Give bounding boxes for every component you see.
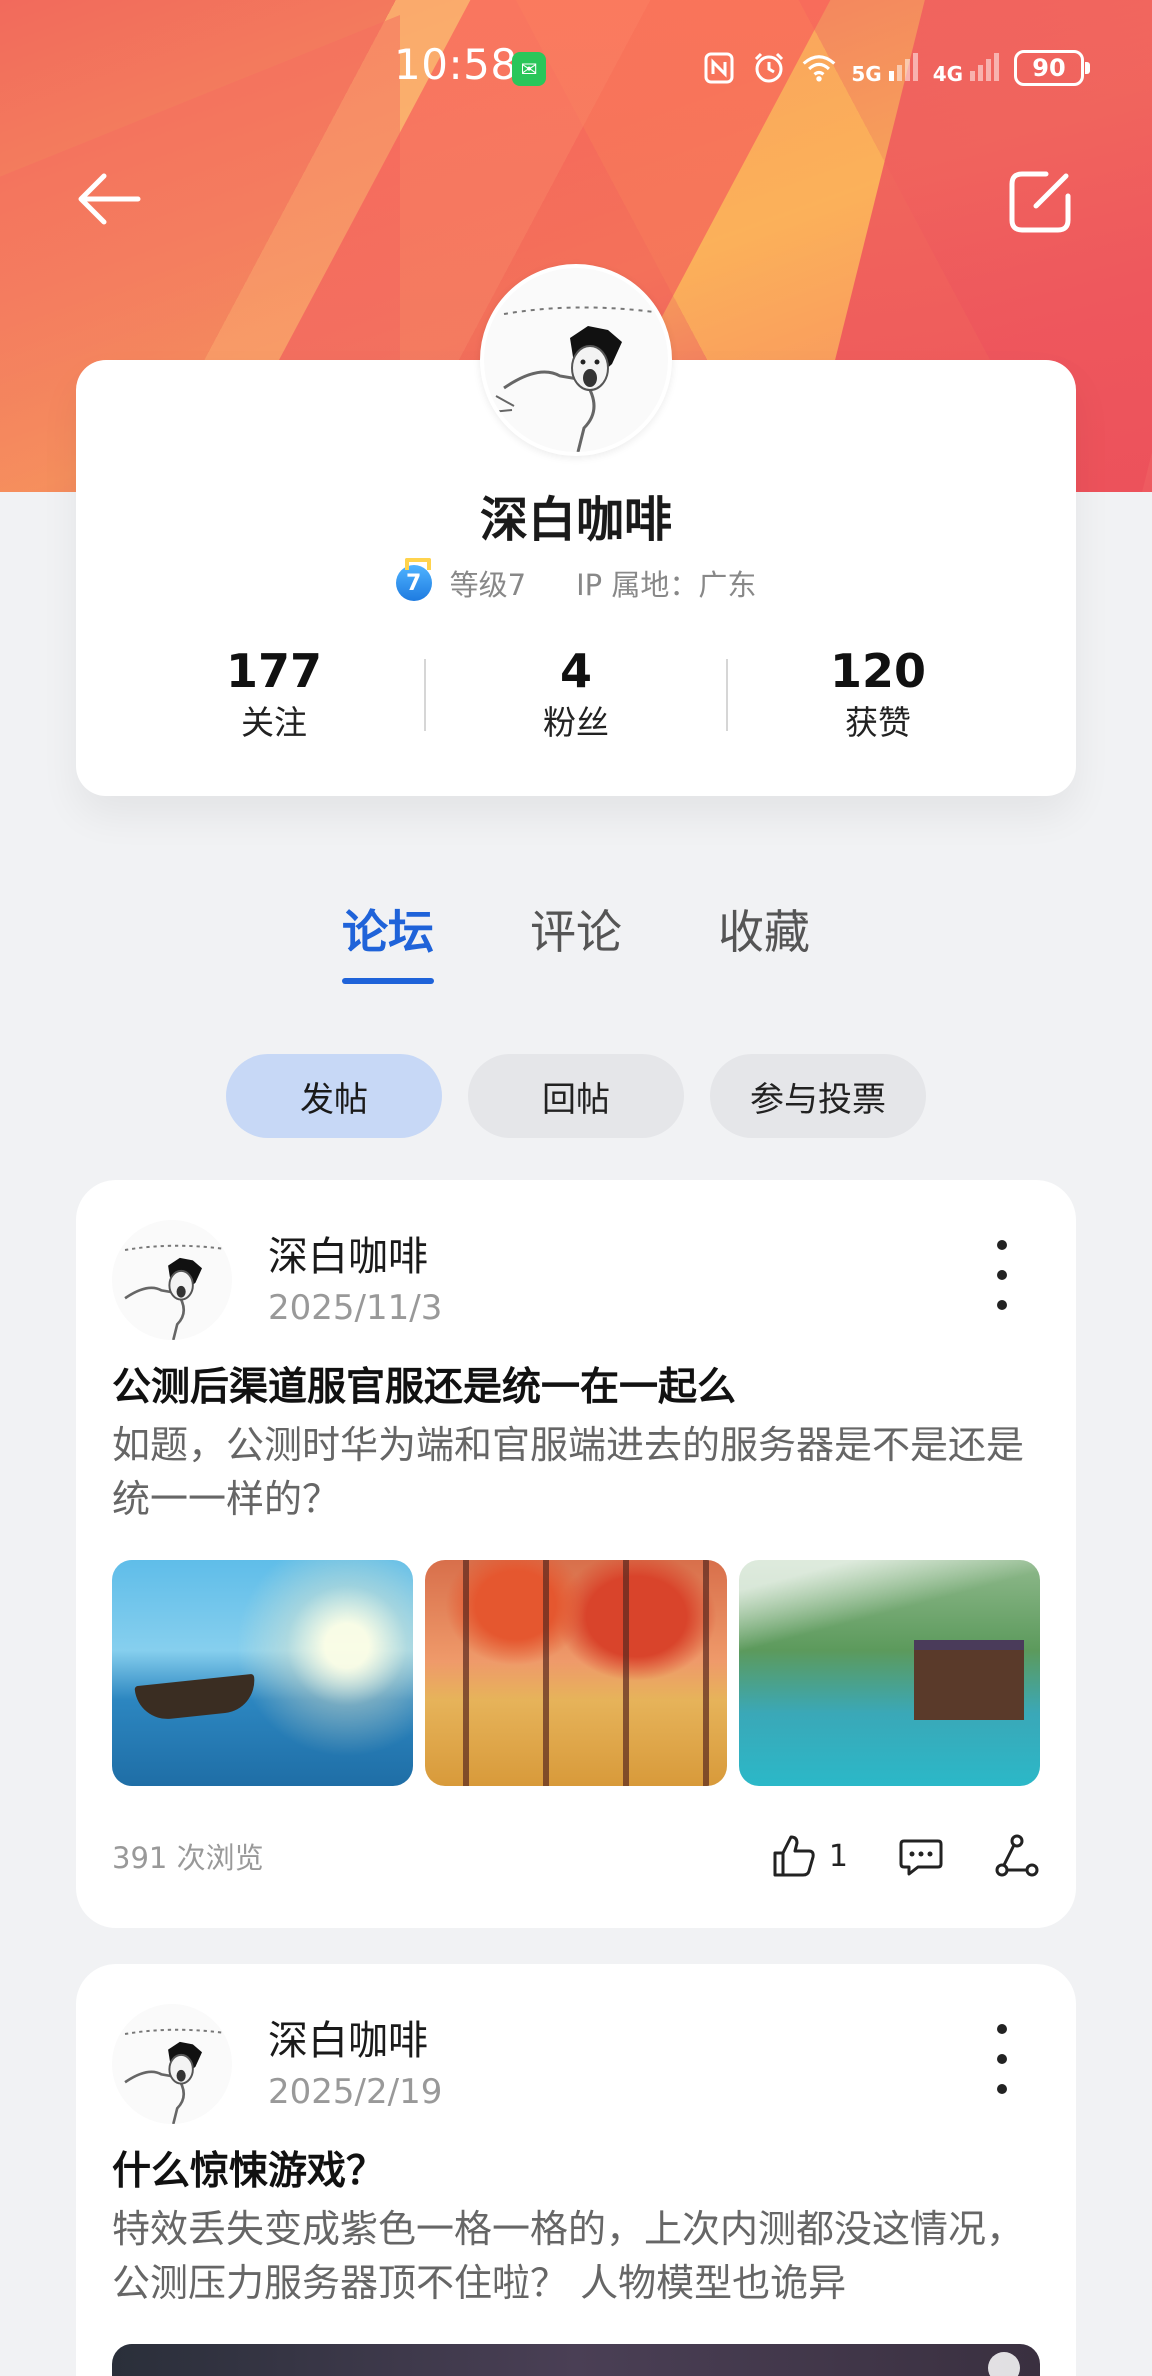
dot-icon (997, 1240, 1007, 1250)
tab-forum[interactable]: 论坛 (342, 896, 434, 984)
dot-icon (997, 2084, 1007, 2094)
like-button[interactable]: 1 (771, 1833, 848, 1879)
stat-followers[interactable]: 4 粉丝 (426, 643, 726, 747)
post-date: 2025/11/3 (268, 1288, 443, 1328)
edit-profile-button[interactable] (1006, 168, 1074, 236)
signal-bars-icon (970, 52, 999, 81)
profile-name: 深白咖啡 (479, 492, 672, 548)
post-footer: 391 次浏览 1 (112, 1826, 1040, 1886)
level-badge-icon: 7 (395, 558, 432, 601)
dot-icon (997, 2024, 1007, 2034)
signal-5g: 5G (851, 51, 918, 86)
signal-bars-icon (888, 52, 918, 81)
signal-4g: 4G (933, 51, 1000, 86)
edit-icon (1009, 171, 1071, 233)
view-count: 391 次浏览 (112, 1841, 264, 1875)
avatar-image (112, 2004, 232, 2124)
arrow-left-icon (78, 173, 141, 225)
avatar[interactable] (480, 264, 672, 456)
post-title[interactable]: 什么惊悚游戏？ (112, 2144, 1042, 2200)
dot-icon (997, 1270, 1007, 1280)
network-5g-label: 5G (851, 61, 882, 86)
stat-value: 120 (829, 644, 927, 698)
status-time: 10:58 (394, 40, 518, 89)
post-image[interactable] (112, 1560, 414, 1786)
post-card[interactable]: 深白咖啡 2025/2/19 什么惊悚游戏？ 特效丢失变成紫色一格一格的，上次内… (76, 1964, 1076, 2376)
stat-likes-received[interactable]: 120 获赞 (728, 643, 1028, 747)
post-images (112, 1560, 1040, 1786)
more-options-button[interactable] (982, 2024, 1022, 2094)
nfc-icon (701, 50, 737, 86)
chip-posts[interactable]: 发帖 (226, 1054, 442, 1138)
back-button[interactable] (74, 164, 144, 234)
more-options-button[interactable] (982, 1240, 1022, 1310)
chip-replies[interactable]: 回帖 (468, 1054, 684, 1138)
stat-label: 粉丝 (543, 703, 609, 742)
profile-meta: 7 等级7 IP 属地：广东 (0, 558, 1152, 604)
tab-favorites[interactable]: 收藏 (718, 896, 810, 984)
dot-icon (997, 1300, 1007, 1310)
comment-icon (899, 1839, 943, 1876)
post-image[interactable] (425, 1560, 727, 1786)
avatar-image (112, 1220, 232, 1340)
thumbs-up-icon (773, 1835, 815, 1877)
status-icons: 5G 4G 90 (701, 46, 1090, 90)
stat-value: 4 (559, 644, 592, 698)
post-author[interactable]: 深白咖啡 (268, 2008, 428, 2066)
tab-comments[interactable]: 评论 (530, 896, 622, 984)
post-card[interactable]: 深白咖啡 2025/11/3 公测后渠道服官服还是统一在一起么 如题，公测时华为… (76, 1180, 1076, 1928)
play-icon (988, 2352, 1020, 2376)
author-avatar[interactable] (112, 2004, 232, 2124)
stat-label: 获赞 (845, 703, 911, 742)
post-date: 2025/2/19 (268, 2072, 443, 2112)
post-title[interactable]: 公测后渠道服官服还是统一在一起么 (112, 1360, 1042, 1416)
comment-button[interactable] (898, 1833, 944, 1879)
post-image[interactable] (738, 1560, 1040, 1786)
stat-value: 177 (225, 644, 323, 698)
post-author[interactable]: 深白咖啡 (268, 1224, 428, 1282)
post-body[interactable]: 如题，公测时华为端和官服端进去的服务器是不是还是统一一样的？ (112, 1418, 1048, 1526)
content-tabs: 论坛 评论 收藏 (0, 896, 1152, 984)
stat-following[interactable]: 177 关注 (124, 643, 424, 747)
author-avatar[interactable] (112, 1220, 232, 1340)
stat-label: 关注 (241, 703, 307, 742)
dot-icon (997, 2054, 1007, 2064)
post-body[interactable]: 特效丢失变成紫色一格一格的，上次内测都没这情况，公测压力服务器顶不住啦？ 人物模… (112, 2202, 1048, 2310)
ip-location: IP 属地：广东 (576, 568, 757, 602)
status-bar: 10:58 ✉ 5G 4G 90 (0, 30, 1152, 106)
alarm-icon (751, 50, 787, 86)
share-icon (995, 1834, 1039, 1877)
profile-stats: 177 关注 4 粉丝 120 获赞 (124, 640, 1028, 750)
post-video-preview[interactable] (112, 2344, 1040, 2376)
level-text: 等级7 (449, 568, 527, 602)
share-button[interactable] (994, 1833, 1040, 1879)
filter-chips: 发帖 回帖 参与投票 (0, 1054, 1152, 1138)
wifi-icon (801, 50, 837, 86)
like-count: 1 (828, 1838, 848, 1874)
avatar-image (484, 268, 668, 452)
chip-votes[interactable]: 参与投票 (710, 1054, 926, 1138)
network-4g-label: 4G (932, 61, 964, 86)
wechat-notification-icon: ✉ (512, 52, 546, 86)
battery-indicator: 90 (1014, 50, 1090, 86)
